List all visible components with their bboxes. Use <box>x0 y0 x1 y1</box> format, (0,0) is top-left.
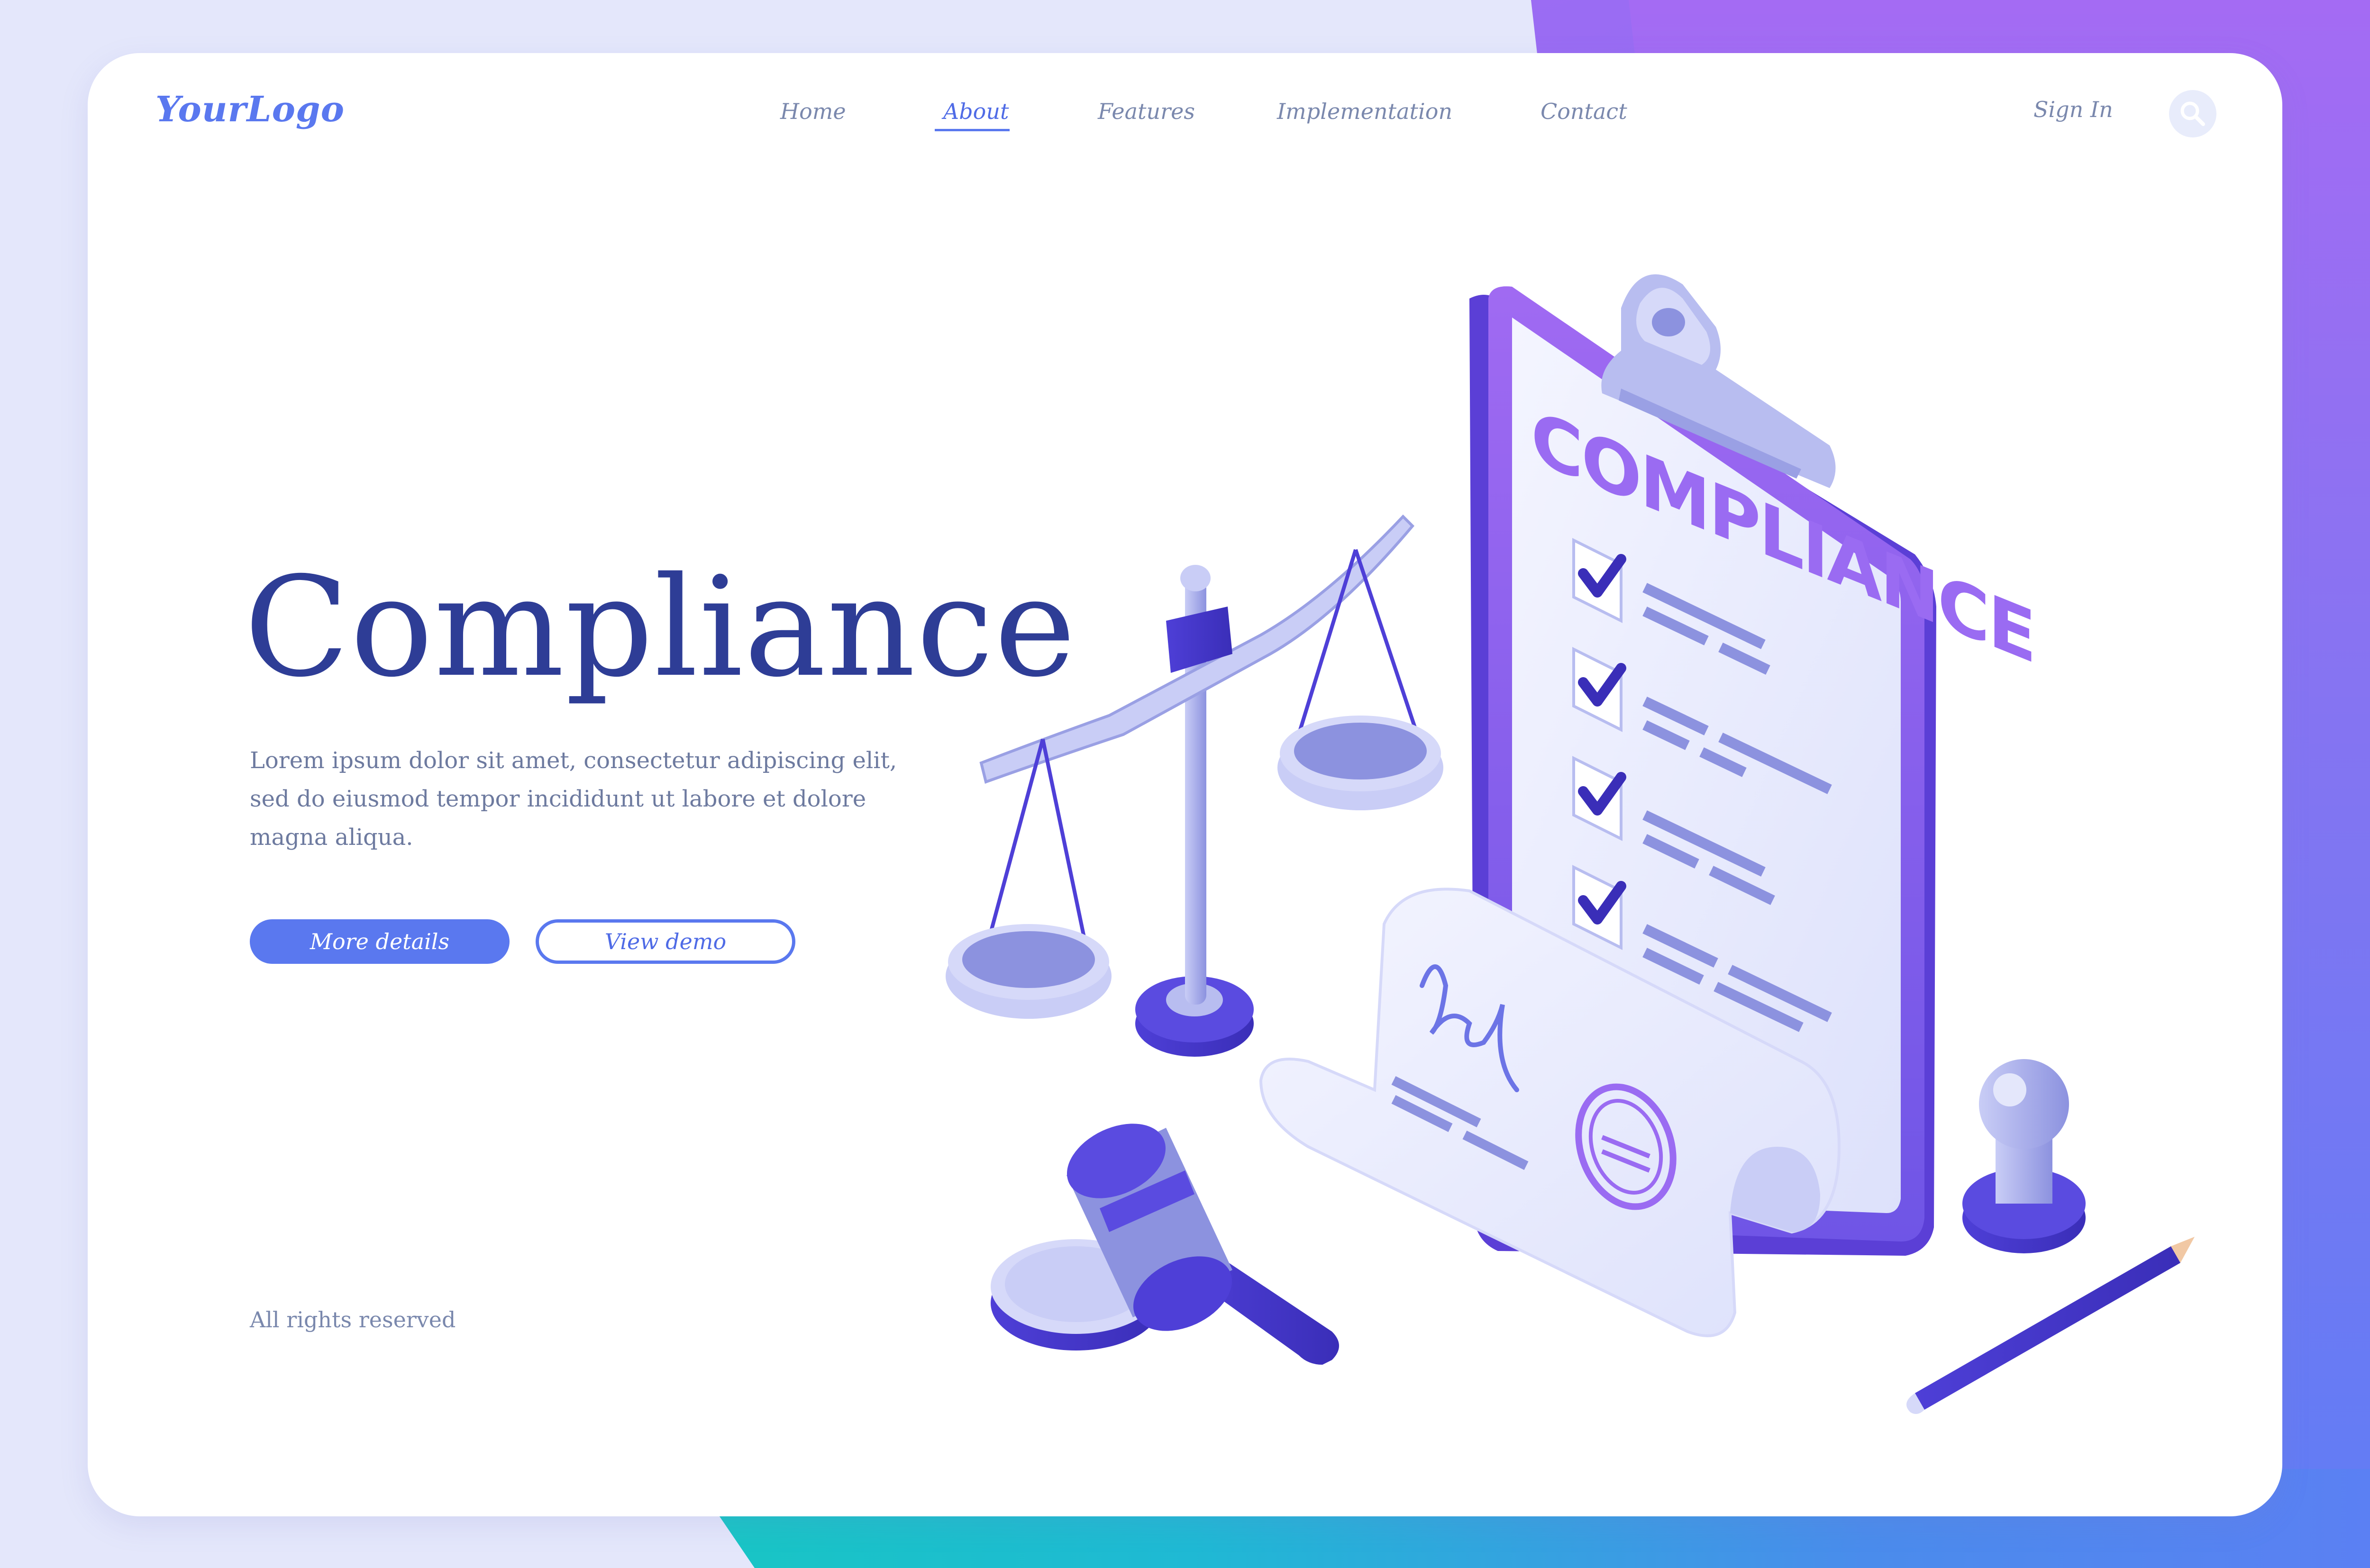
nav-features[interactable]: Features <box>1098 99 1195 124</box>
pencil-icon <box>1906 1237 2195 1414</box>
nav-active-underline <box>935 129 1010 131</box>
more-details-button[interactable]: More details <box>250 919 510 964</box>
nav-implementation[interactable]: Implementation <box>1277 99 1452 124</box>
nav-home[interactable]: Home <box>780 99 846 124</box>
nav-about[interactable]: About <box>943 99 1009 124</box>
footer-copyright: All rights reserved <box>250 1307 456 1332</box>
compliance-illustration: COMPLIANCE <box>946 274 2195 1414</box>
search-button[interactable] <box>2169 90 2216 137</box>
nav-contact[interactable]: Contact <box>1540 99 1627 124</box>
stamp-icon <box>1962 1059 2086 1253</box>
view-demo-button[interactable]: View demo <box>536 919 795 964</box>
logo[interactable]: YourLogo <box>155 89 345 130</box>
search-icon <box>2180 101 2205 126</box>
gavel-icon <box>991 1124 1339 1365</box>
hero-description: Lorem ipsum dolor sit amet, consectetur … <box>250 747 897 851</box>
sign-in-link[interactable]: Sign In <box>2033 97 2113 122</box>
scales-icon <box>946 514 1443 1057</box>
